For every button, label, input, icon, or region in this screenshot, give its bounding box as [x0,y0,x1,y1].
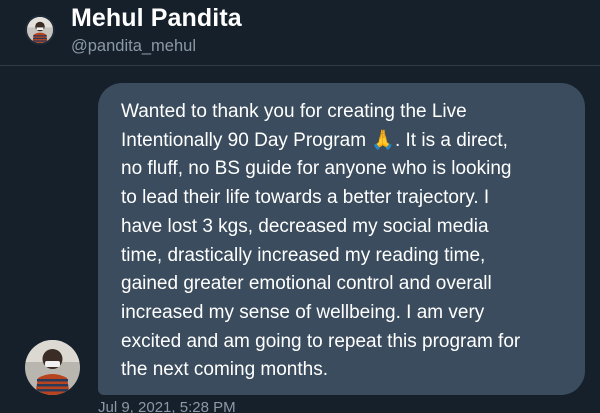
profile-display-name[interactable]: Mehul Pandita [71,4,242,33]
avatar-image-icon [27,17,53,43]
message-bubble[interactable]: Wanted to thank you for creating the Liv… [98,83,585,395]
message-timestamp: Jul 9, 2021, 5:28 PM [98,399,236,413]
avatar-image-icon [25,340,80,395]
message-text: Wanted to thank you for creating the Liv… [121,101,521,381]
conversation-header: Mehul Pandita @pandita_mehul [0,0,600,66]
sender-avatar[interactable] [25,340,80,395]
dm-conversation-page: Mehul Pandita @pandita_mehul Wanted to t… [0,0,600,413]
profile-handle[interactable]: @pandita_mehul [71,37,196,56]
header-avatar[interactable] [25,15,55,45]
